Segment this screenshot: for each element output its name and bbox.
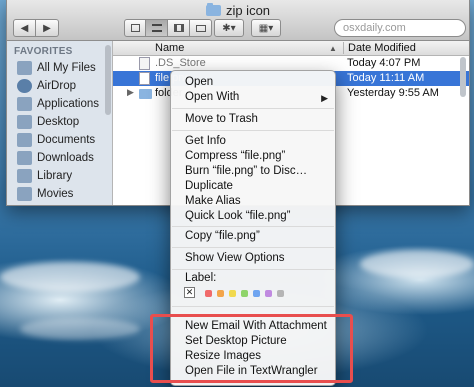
sidebar-item-documents[interactable]: Documents (17, 131, 95, 149)
sidebar-scrollbar[interactable] (105, 45, 111, 115)
sidebar-item-label: Desktop (37, 116, 80, 128)
arrange-icon: ▦▾ (258, 22, 274, 34)
menu-item-show-view-options[interactable]: Show View Options (185, 252, 285, 264)
sidebar: FAVORITES All My Files AirDrop Applicati… (7, 41, 113, 205)
label-color-swatch[interactable] (253, 290, 260, 297)
sidebar-item-airdrop[interactable]: AirDrop (17, 77, 76, 95)
arrange-button[interactable]: ▦▾ (251, 19, 281, 37)
wave-foam (0, 262, 140, 292)
sidebar-item-desktop[interactable]: Desktop (17, 113, 79, 131)
column-header-name[interactable]: Name (155, 42, 184, 54)
menu-item-open-with[interactable]: Open With (185, 91, 328, 103)
airdrop-icon (17, 79, 32, 93)
forward-arrow-icon: ▶ (43, 22, 51, 34)
label-color-swatch[interactable] (205, 290, 212, 297)
cover-flow-icon (195, 24, 206, 32)
sidebar-item-movies[interactable]: Movies (17, 185, 73, 203)
menu-item-copy[interactable]: Copy “file.png” (185, 230, 260, 242)
action-button[interactable]: ✱▾ (214, 19, 244, 37)
row-name: .DS_Store (155, 57, 206, 69)
sidebar-item-applications[interactable]: Applications (17, 95, 99, 113)
all-my-files-icon (17, 61, 32, 75)
menu-item-quick-look[interactable]: Quick Look “file.png” (185, 210, 290, 222)
documents-icon (17, 133, 32, 147)
view-mode-group (124, 19, 212, 37)
sidebar-item-label: All My Files (37, 62, 96, 74)
list-header: Name ▲ Date Modified (113, 41, 469, 56)
movies-icon (17, 187, 32, 201)
list-view-icon (151, 24, 162, 32)
menu-separator (172, 108, 334, 109)
icon-view-icon (130, 24, 140, 32)
label-none-icon[interactable]: ✕ (184, 287, 195, 298)
menu-separator (172, 226, 334, 227)
label-color-swatch[interactable] (277, 290, 284, 297)
sidebar-item-label: AirDrop (37, 80, 76, 92)
label-color-swatch[interactable] (241, 290, 248, 297)
label-color-swatch[interactable] (229, 290, 236, 297)
back-arrow-icon: ◀ (20, 22, 29, 34)
menu-item-make-alias[interactable]: Make Alias (185, 195, 241, 207)
sidebar-item-label: Downloads (37, 152, 94, 164)
file-icon (139, 57, 150, 70)
list-row[interactable]: .DS_Store Today 4:07 PM (113, 56, 469, 71)
folder-icon (205, 3, 221, 16)
menu-item-burn[interactable]: Burn “file.png” to Disc… (185, 165, 307, 177)
wave-foam (20, 318, 140, 340)
image-file-icon (139, 72, 150, 85)
annotation-highlight-box (150, 314, 353, 383)
applications-icon (17, 97, 32, 111)
sort-ascending-icon: ▲ (329, 44, 337, 53)
menu-item-open[interactable]: Open (185, 76, 213, 88)
menu-item-duplicate[interactable]: Duplicate (185, 180, 233, 192)
label-heading: Label: (185, 272, 217, 284)
sidebar-item-label: Applications (37, 98, 100, 110)
back-forward-group: ◀ ▶ (13, 19, 59, 37)
search-field[interactable]: osxdaily.com (334, 19, 466, 37)
menu-item-compress[interactable]: Compress “file.png” (185, 150, 285, 162)
forward-button[interactable]: ▶ (36, 19, 59, 37)
label-color-swatch[interactable] (265, 290, 272, 297)
column-view-button[interactable] (168, 19, 190, 37)
row-date: Today 11:11 AM (347, 72, 425, 84)
window-title: zip icon (7, 3, 469, 18)
row-date: Yesterday 9:55 AM (347, 87, 439, 99)
list-view-button[interactable] (146, 19, 168, 37)
back-button[interactable]: ◀ (13, 19, 36, 37)
row-date: Today 4:07 PM (347, 57, 421, 69)
column-view-icon (173, 24, 184, 32)
menu-item-move-to-trash[interactable]: Move to Trash (185, 113, 258, 125)
folder-icon (139, 89, 152, 99)
menu-item-label: Open With (185, 91, 240, 103)
menu-separator (172, 269, 334, 270)
menu-separator (172, 130, 334, 131)
cover-flow-button[interactable] (190, 19, 212, 37)
window-title-text: zip icon (225, 3, 271, 18)
gear-icon: ✱▾ (222, 22, 236, 34)
wave-foam (360, 250, 474, 278)
icon-view-button[interactable] (124, 19, 146, 37)
column-header-date-modified[interactable]: Date Modified (343, 42, 416, 54)
menu-separator (172, 306, 334, 307)
menu-separator (172, 247, 334, 248)
downloads-icon (17, 151, 32, 165)
disclosure-triangle-icon[interactable]: ▶ (127, 87, 134, 98)
sidebar-item-label: Documents (37, 134, 96, 146)
submenu-arrow-icon: ▶ (321, 93, 328, 103)
search-placeholder: osxdaily.com (343, 22, 406, 34)
list-scrollbar[interactable] (460, 57, 466, 97)
titlebar: zip icon ◀ ▶ ✱▾ ▦▾ osxdaily.com (7, 0, 469, 41)
library-icon (17, 169, 32, 183)
sidebar-item-label: Library (37, 170, 73, 182)
sidebar-heading: FAVORITES (14, 46, 73, 57)
sidebar-item-label: Movies (37, 188, 74, 200)
menu-item-get-info[interactable]: Get Info (185, 135, 226, 147)
sidebar-item-library[interactable]: Library (17, 167, 72, 185)
desktop-icon (17, 115, 32, 129)
sidebar-item-downloads[interactable]: Downloads (17, 149, 94, 167)
sidebar-item-all-my-files[interactable]: All My Files (17, 59, 96, 77)
label-color-swatch[interactable] (217, 290, 224, 297)
